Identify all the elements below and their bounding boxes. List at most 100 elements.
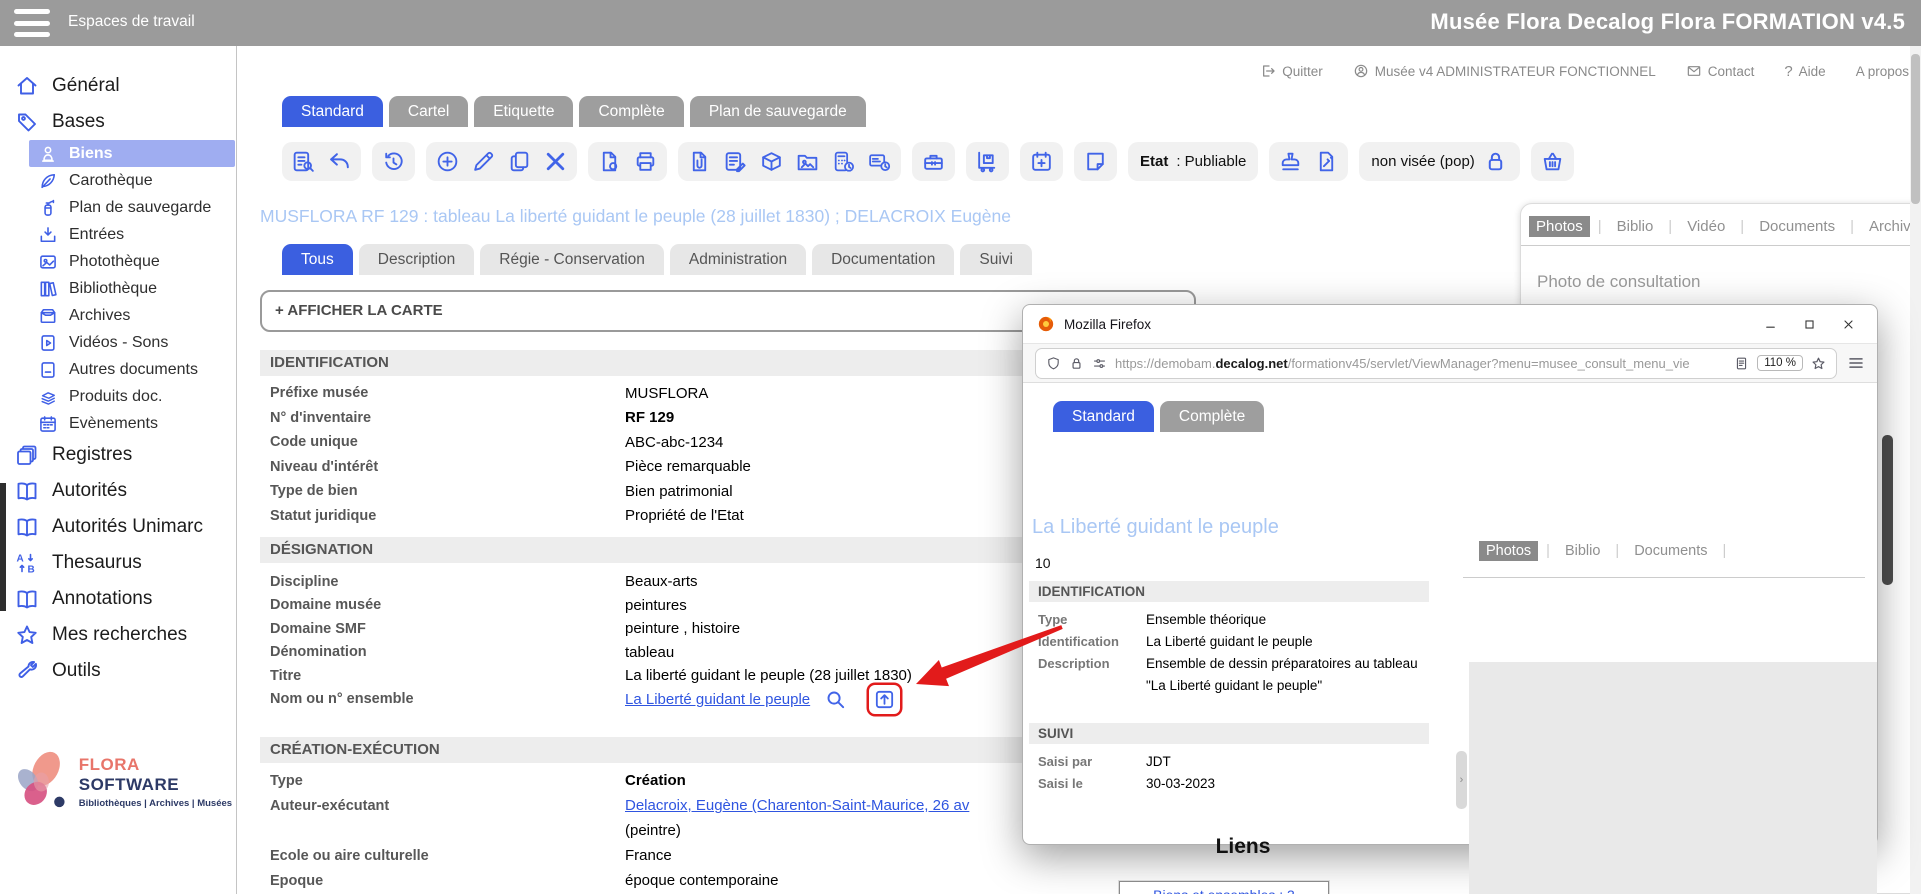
field-value-link[interactable]: La Liberté guidant le peuple — [625, 691, 810, 708]
tab-complète[interactable]: Complète — [579, 96, 683, 127]
contact-link[interactable]: Contact — [1686, 63, 1755, 79]
package-icon[interactable] — [759, 149, 784, 174]
sidebar-item-plan-de-sauvegarde[interactable]: Plan de sauvegarde — [29, 194, 236, 221]
state-pill[interactable]: Etat : Publiable — [1128, 142, 1258, 181]
tab-tous[interactable]: Tous — [282, 244, 353, 275]
sidebar-item-thesaurus[interactable]: Thesaurus — [0, 545, 236, 581]
panel-tab-biblio[interactable]: Biblio — [1610, 216, 1661, 237]
quit-link[interactable]: Quitter — [1260, 63, 1323, 79]
minimize-button[interactable] — [1755, 313, 1785, 335]
sidebar-scrollbar[interactable] — [0, 483, 6, 611]
panel-scrollbar-thumb[interactable] — [1882, 435, 1893, 585]
panel-tab-photos[interactable]: Photos — [1479, 541, 1538, 561]
panel-tab-documents[interactable]: Documents — [1752, 216, 1842, 237]
tab-cartel[interactable]: Cartel — [389, 96, 468, 127]
calculator-clock-icon[interactable] — [831, 149, 856, 174]
sidebar-item-label: Autorités — [52, 480, 127, 502]
tab-plan-de-sauvegarde[interactable]: Plan de sauvegarde — [690, 96, 866, 127]
field-value: tableau — [625, 644, 674, 661]
tab-administration[interactable]: Administration — [670, 244, 806, 275]
bookmark-star-icon[interactable] — [1811, 356, 1826, 371]
tab-régie-conservation[interactable]: Régie - Conservation — [480, 244, 664, 275]
sidebar-item-annotations[interactable]: Annotations — [0, 581, 236, 617]
calendar-add-icon[interactable] — [1029, 149, 1054, 174]
card-reader-icon[interactable] — [867, 149, 892, 174]
sidebar-item-vidéos-sons[interactable]: Vidéos - Sons — [29, 329, 236, 356]
sidebar-item-autorités[interactable]: Autorités — [0, 473, 236, 509]
sidebar-item-bibliothèque[interactable]: Bibliothèque — [29, 275, 236, 302]
user-account[interactable]: Musée v4 ADMINISTRATEUR FONCTIONNEL — [1353, 63, 1656, 79]
open-popup-button[interactable] — [869, 685, 900, 714]
delete-icon[interactable] — [543, 149, 568, 174]
popup-titlebar[interactable]: Mozilla Firefox — [1023, 305, 1877, 343]
sidebar-item-archives[interactable]: Archives — [29, 302, 236, 329]
tab-standard[interactable]: Standard — [1053, 401, 1154, 432]
sidebar-item-bases[interactable]: Bases — [0, 104, 236, 140]
sidebar-item-photothèque[interactable]: Photothèque — [29, 248, 236, 275]
printer-icon[interactable] — [633, 149, 658, 174]
about-link[interactable]: A propos — [1856, 64, 1909, 79]
sidebar-item-carothèque[interactable]: Carothèque — [29, 167, 236, 194]
tab-description[interactable]: Description — [359, 244, 475, 275]
image-folder-icon[interactable] — [795, 149, 820, 174]
panel-tab-vidéo[interactable]: Vidéo — [1680, 216, 1732, 237]
close-button[interactable] — [1833, 313, 1863, 335]
shield-icon[interactable] — [1046, 356, 1061, 371]
sidebar-item-label: Outils — [52, 660, 101, 682]
visa-pill[interactable]: non visée (pop) — [1359, 142, 1519, 181]
lock-icon[interactable] — [1069, 356, 1084, 371]
menu-icon[interactable] — [1847, 354, 1865, 372]
sidebar-item-autres-documents[interactable]: Autres documents — [29, 356, 236, 383]
hamburger-menu-icon[interactable] — [14, 9, 50, 37]
sidebar-item-evènements[interactable]: Evènements — [29, 410, 236, 437]
history-icon[interactable] — [381, 149, 406, 174]
copy-icon[interactable] — [507, 149, 532, 174]
wand-document-icon[interactable] — [1314, 149, 1339, 174]
workspace-label[interactable]: Espaces de travail — [68, 13, 195, 31]
tab-etiquette[interactable]: Etiquette — [474, 96, 573, 127]
record-search-icon[interactable] — [291, 149, 316, 174]
url-text[interactable]: https://demobam.decalog.net/formationv45… — [1115, 356, 1726, 371]
toolbar-group — [588, 142, 667, 181]
url-bar[interactable]: https://demobam.decalog.net/formationv45… — [1035, 348, 1837, 379]
reader-view-icon[interactable] — [1734, 356, 1749, 371]
sidebar-item-mes-recherches[interactable]: Mes recherches — [0, 617, 236, 653]
popup-record-number: 10 — [1035, 555, 1051, 571]
print-document-icon[interactable] — [597, 149, 622, 174]
trolley-icon[interactable] — [975, 149, 1000, 174]
tab-suivi[interactable]: Suivi — [960, 244, 1032, 275]
panel-collapse-handle[interactable]: › — [1456, 751, 1467, 809]
attach-document-icon[interactable] — [687, 149, 712, 174]
sidebar-item-entrées[interactable]: Entrées — [29, 221, 236, 248]
tab-complète[interactable]: Complète — [1160, 401, 1264, 432]
maximize-button[interactable] — [1794, 313, 1824, 335]
stamp-icon[interactable] — [1278, 149, 1303, 174]
linked-items-button[interactable]: Biens et ensembles : 3 — [1119, 881, 1329, 894]
sidebar-item-biens[interactable]: Biens — [29, 140, 235, 167]
page-scrollbar[interactable] — [1910, 46, 1921, 894]
sidebar-item-outils[interactable]: Outils — [0, 653, 236, 689]
sidebar-item-produits-doc[interactable]: Produits doc. — [29, 383, 236, 410]
add-icon[interactable] — [435, 149, 460, 174]
zoom-level-badge[interactable]: 110 % — [1757, 355, 1803, 371]
panel-tab-biblio[interactable]: Biblio — [1558, 541, 1607, 561]
panel-tab-documents[interactable]: Documents — [1627, 541, 1714, 561]
magnifier-button[interactable] — [824, 688, 847, 711]
sidebar-item-registres[interactable]: Registres — [0, 437, 236, 473]
note-icon[interactable] — [1083, 149, 1108, 174]
tab-documentation[interactable]: Documentation — [812, 244, 954, 275]
tab-standard[interactable]: Standard — [282, 96, 383, 127]
sidebar-item-autorités-unimarc[interactable]: Autorités Unimarc — [0, 509, 236, 545]
help-link[interactable]: ?Aide — [1784, 63, 1825, 80]
permissions-icon[interactable] — [1092, 356, 1107, 371]
sidebar-item-général[interactable]: Général — [0, 68, 236, 104]
panel-tab-photos[interactable]: Photos — [1529, 216, 1590, 237]
page-scrollbar-thumb[interactable] — [1911, 54, 1920, 204]
edit-list-icon[interactable] — [723, 149, 748, 174]
field-value-link[interactable]: Delacroix, Eugène (Charenton-Saint-Mauri… — [625, 797, 969, 814]
edit-icon[interactable] — [471, 149, 496, 174]
toolbox-icon[interactable] — [921, 149, 946, 174]
basket-icon[interactable] — [1540, 149, 1565, 174]
tag-icon — [15, 110, 39, 134]
undo-icon[interactable] — [327, 149, 352, 174]
